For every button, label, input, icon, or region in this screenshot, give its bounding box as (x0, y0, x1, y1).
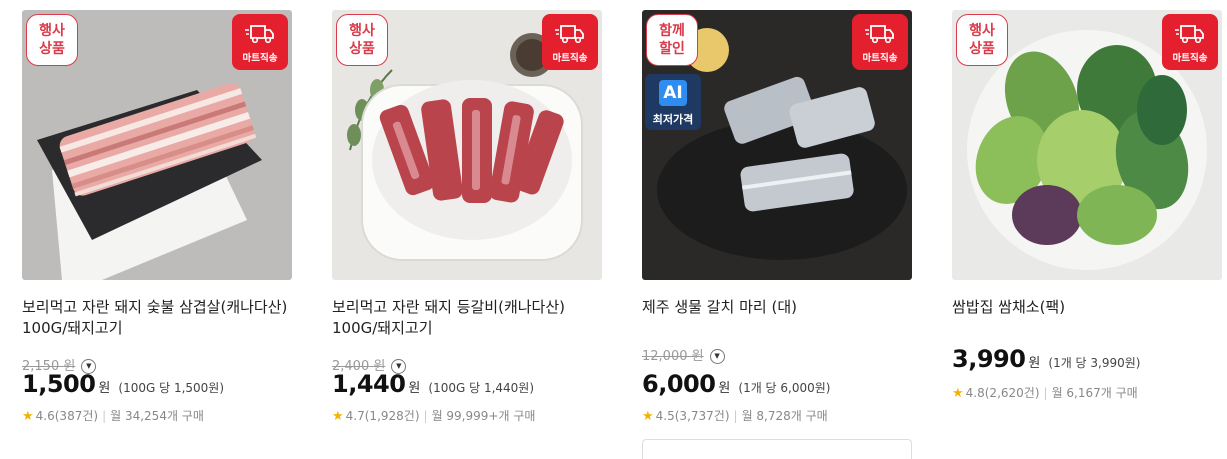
star-icon: ★ (22, 409, 34, 424)
star-icon: ★ (642, 409, 654, 424)
product-name[interactable]: 보리먹고 자란 돼지 등갈비(캐나다산) 100G/돼지고기 (332, 297, 602, 339)
mart-delivery-badge: 마트직송 (232, 14, 288, 70)
event-badge: 행사 상품 (956, 14, 1008, 66)
event-badge: 행사 상품 (336, 14, 388, 66)
ai-sub-label: 최저가격 (652, 113, 694, 126)
option-box[interactable] (642, 439, 912, 459)
sale-price: 6,000 (642, 370, 716, 398)
delivery-truck-icon (865, 25, 894, 44)
product-image[interactable]: 함께 할인 AI 최저가격 마트직송 (642, 10, 912, 280)
product-image[interactable]: 행사 상품 마트직송 (952, 10, 1222, 280)
unit-price: (100G 당 1,500원) (118, 381, 225, 395)
delivery-truck-icon (245, 25, 274, 44)
product-name[interactable]: 보리먹고 자란 돼지 숯불 삼겹살(캐나다산) 100G/돼지고기 (22, 297, 292, 339)
price-row: 6,000 원 (1개 당 6,000원) (642, 370, 831, 398)
rating-row: ★ 4.7(1,928건) | 월 99,999+개 구매 (332, 409, 536, 424)
star-icon: ★ (952, 386, 964, 401)
product-image[interactable]: 행사 상품 마트직송 (332, 10, 602, 280)
star-icon: ★ (332, 409, 344, 424)
event-badge: 행사 상품 (26, 14, 78, 66)
product-name[interactable]: 쌈밥집 쌈채소(팩) (952, 297, 1222, 318)
rating-row: ★ 4.8(2,620건) | 월 6,167개 구매 (952, 386, 1138, 401)
original-price: 12,000 원 ▼ (642, 345, 725, 364)
price-row: 3,990 원 (1개 당 3,990원) (952, 345, 1141, 373)
unit-price: (1개 당 6,000원) (738, 381, 831, 395)
ai-label: AI (659, 80, 687, 106)
mart-delivery-badge: 마트직송 (852, 14, 908, 70)
sale-price: 3,990 (952, 345, 1026, 373)
price-row: 1,500 원 (100G 당 1,500원) (22, 370, 225, 398)
mart-badge-label: 마트직송 (862, 53, 898, 64)
chevron-down-icon[interactable]: ▼ (709, 349, 725, 364)
unit-price: (1개 당 3,990원) (1048, 356, 1141, 370)
sale-price: 1,440 (332, 370, 406, 398)
mart-badge-label: 마트직송 (242, 53, 278, 64)
mart-badge-label: 마트직송 (1172, 53, 1208, 64)
rating-row: ★ 4.6(387건) | 월 34,254개 구매 (22, 409, 204, 424)
rating-row: ★ 4.5(3,737건) | 월 8,728개 구매 (642, 409, 828, 424)
ai-lowest-price-badge: AI 최저가격 (645, 74, 701, 130)
sale-price: 1,500 (22, 370, 96, 398)
mart-delivery-badge: 마트직송 (542, 14, 598, 70)
delivery-truck-icon (1175, 25, 1204, 44)
product-name[interactable]: 제주 생물 갈치 마리 (대) (642, 297, 912, 318)
mart-badge-label: 마트직송 (552, 53, 588, 64)
unit-price: (100G 당 1,440원) (428, 381, 535, 395)
event-badge: 함께 할인 (646, 14, 698, 66)
price-row: 1,440 원 (100G 당 1,440원) (332, 370, 535, 398)
delivery-truck-icon (555, 25, 584, 44)
product-image[interactable]: 행사 상품 마트직송 (22, 10, 292, 280)
mart-delivery-badge: 마트직송 (1162, 14, 1218, 70)
